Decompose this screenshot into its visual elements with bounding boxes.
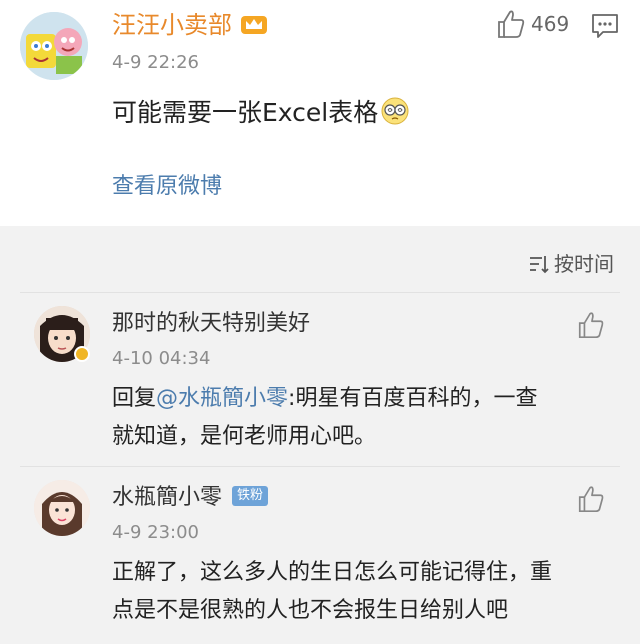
comment-text: 回复@水瓶簡小零:明星有百度百科的，一查 就知道，是何老师用心吧。 <box>112 380 612 456</box>
sort-by-time-button[interactable]: 按时间 <box>528 250 614 278</box>
comment-text-line: 就知道，是何老师用心吧。 <box>112 424 377 449</box>
comment-text-line: 点是不是很熟的人也不会报生日给别人吧 <box>112 598 509 623</box>
view-original-post-link[interactable]: 查看原微博 <box>112 172 222 202</box>
comment-text-line: 正解了，这么多人的生日怎么可能记得住，重 <box>112 560 553 585</box>
fan-badge: 铁粉 <box>232 486 269 506</box>
crown-vip-icon <box>241 16 267 34</box>
comment-text-segment: :明星有百度百科的，一查 <box>288 386 538 411</box>
reply-prefix: 回复 <box>112 386 157 411</box>
original-post-card: 汪汪小卖部 4-9 22:26 可能需要一张Excel表格 查看原微博 469 <box>0 0 640 226</box>
post-like-count: 469 <box>531 12 570 36</box>
divider <box>20 292 620 293</box>
post-content: 可能需要一张Excel表格 <box>112 96 410 130</box>
avatar-image-icon <box>34 480 90 536</box>
comment-author-name[interactable]: 水瓶簡小零 <box>112 484 222 512</box>
comment-icon[interactable] <box>590 12 620 40</box>
comment-time: 4-10 04:34 <box>112 348 211 369</box>
avatar-image-icon <box>20 12 88 80</box>
thumbs-up-icon[interactable] <box>496 8 526 40</box>
comment-text-line: 回复@水瓶簡小零:明星有百度百科的，一查 <box>112 380 612 418</box>
comment-text: 正解了，这么多人的生日怎么可能记得住，重 点是不是很熟的人也不会报生日给别人吧 <box>112 554 612 630</box>
verified-badge-icon <box>74 346 90 362</box>
comment-author-name[interactable]: 那时的秋天特别美好 <box>112 310 310 338</box>
comment-time: 4-9 23:00 <box>112 522 199 543</box>
post-time: 4-9 22:26 <box>112 52 199 73</box>
confused-face-emoji-icon <box>381 97 409 125</box>
comment-avatar[interactable] <box>34 480 90 536</box>
divider <box>20 466 620 467</box>
post-author-avatar[interactable] <box>20 12 88 80</box>
post-author-name[interactable]: 汪汪小卖部 <box>112 10 232 40</box>
thumbs-up-icon[interactable] <box>576 310 606 340</box>
thumbs-up-icon[interactable] <box>576 484 606 514</box>
mention-link[interactable]: @水瓶簡小零 <box>156 386 288 411</box>
sort-label: 按时间 <box>554 252 614 276</box>
post-content-text: 可能需要一张Excel表格 <box>112 98 379 127</box>
sort-icon <box>530 256 549 274</box>
